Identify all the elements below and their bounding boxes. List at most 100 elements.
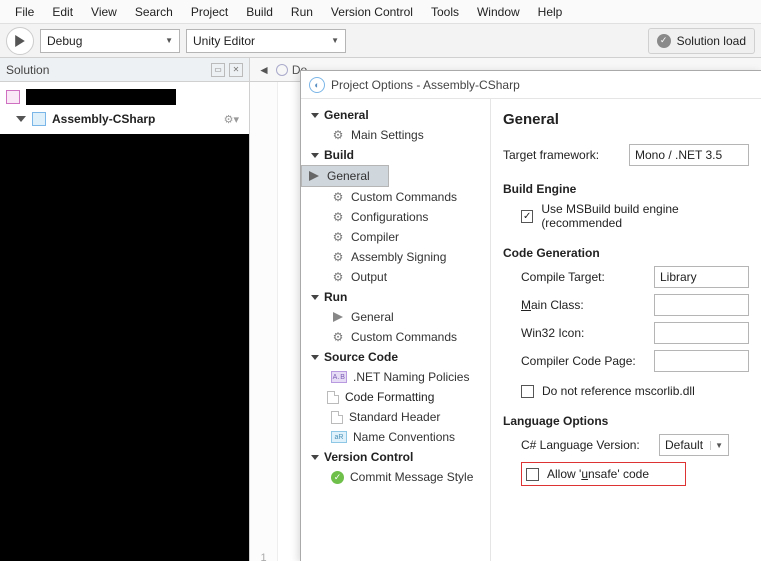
play-icon — [331, 310, 345, 324]
nav-group-source[interactable]: Source Code — [301, 347, 490, 367]
menu-edit[interactable]: Edit — [43, 2, 82, 22]
highlight-box: Allow 'unsafe' code — [521, 462, 686, 486]
chevron-down-icon — [311, 355, 319, 360]
project-name: Assembly-CSharp — [52, 112, 155, 126]
nav-group-general[interactable]: General — [301, 105, 490, 125]
play-icon — [307, 169, 321, 183]
gear-icon: ⚙ — [331, 250, 345, 264]
gear-icon: ⚙ — [331, 230, 345, 244]
menu-file[interactable]: File — [6, 2, 43, 22]
nav-commit-style[interactable]: ✓ Commit Message Style — [301, 467, 490, 487]
use-msbuild-checkbox[interactable] — [521, 210, 533, 223]
config-selector[interactable]: Debug — [40, 29, 180, 53]
cs-version-select[interactable]: Default — [659, 434, 729, 456]
nav-naming-label: .NET Naming Policies — [353, 370, 469, 384]
solution-icon — [6, 90, 20, 104]
section-build-engine: Build Engine — [503, 182, 749, 196]
nav-output-label: Output — [351, 270, 387, 284]
toolbar: Debug Unity Editor ✓ Solution load — [0, 24, 761, 58]
project-options-dialog: ◐ Project Options - Assembly-CSharp Gene… — [300, 70, 761, 561]
nav-custom-commands[interactable]: ⚙ Custom Commands — [301, 187, 490, 207]
menu-project[interactable]: Project — [182, 2, 237, 22]
nav-group-run[interactable]: Run — [301, 287, 490, 307]
nav-main-settings-label: Main Settings — [351, 128, 424, 142]
ar-icon: aR — [331, 431, 347, 443]
solution-title: Solution — [6, 63, 49, 77]
main-class-label: Main Class: — [521, 298, 646, 312]
menu-build[interactable]: Build — [237, 2, 282, 22]
solution-tree[interactable]: Assembly-CSharp ⚙▾ — [0, 82, 249, 134]
check-circle-icon: ✓ — [331, 471, 344, 484]
nav-formatting-label: Code Formatting — [345, 390, 434, 404]
solution-root-row[interactable] — [0, 86, 249, 108]
codepage-input[interactable] — [654, 350, 749, 372]
solution-name-redacted — [26, 89, 176, 105]
line-number: 1 — [250, 82, 277, 561]
compile-target-label: Compile Target: — [521, 270, 646, 284]
section-code-gen: Code Generation — [503, 246, 749, 260]
solution-status: ✓ Solution load — [648, 28, 755, 54]
project-settings-icon[interactable]: ⚙▾ — [224, 113, 239, 126]
nav-compiler[interactable]: ⚙Compiler — [301, 227, 490, 247]
nav-formatting[interactable]: Code Formatting — [301, 387, 490, 407]
nav-build-general[interactable]: General — [301, 165, 389, 187]
gear-icon: ⚙ — [331, 270, 345, 284]
nav-configurations[interactable]: ⚙ Configurations — [301, 207, 490, 227]
nav-configurations-label: Configurations — [351, 210, 428, 224]
target-framework-label: Target framework: — [503, 148, 621, 162]
menu-vcs[interactable]: Version Control — [322, 2, 422, 22]
nav-std-header[interactable]: Standard Header — [301, 407, 490, 427]
nav-back-icon[interactable]: ◄ — [258, 63, 270, 77]
nav-run-custom[interactable]: ⚙Custom Commands — [301, 327, 490, 347]
win32-icon-input[interactable] — [654, 322, 749, 344]
doc-icon — [327, 391, 339, 404]
nav-asm-signing[interactable]: ⚙Assembly Signing — [301, 247, 490, 267]
gear-icon: ⚙ — [331, 190, 345, 204]
menu-window[interactable]: Window — [468, 2, 529, 22]
panel-dock-icon[interactable]: ▭ — [211, 63, 225, 77]
status-check-icon: ✓ — [657, 34, 671, 48]
target-framework-value: Mono / .NET 3.5 — [635, 148, 722, 162]
expand-icon[interactable] — [16, 116, 26, 122]
gear-icon: ⚙ — [331, 128, 345, 142]
menu-run[interactable]: Run — [282, 2, 322, 22]
target-framework-select[interactable]: Mono / .NET 3.5 — [629, 144, 749, 166]
gear-icon: ⚙ — [331, 330, 345, 344]
allow-unsafe-checkbox[interactable] — [526, 468, 539, 481]
allow-unsafe-label: Allow 'unsafe' code — [547, 467, 649, 481]
nav-output[interactable]: ⚙ Output — [301, 267, 490, 287]
target-selector[interactable]: Unity Editor — [186, 29, 346, 53]
nav-custom-commands-label: Custom Commands — [351, 190, 457, 204]
menu-help[interactable]: Help — [529, 2, 572, 22]
main-class-input[interactable] — [654, 294, 749, 316]
compile-target-value: Library — [660, 270, 697, 284]
nav-name-conv[interactable]: aR Name Conventions — [301, 427, 490, 447]
menu-search[interactable]: Search — [126, 2, 182, 22]
nav-main-settings[interactable]: ⚙ Main Settings — [301, 125, 490, 145]
chevron-down-icon — [311, 295, 319, 300]
nav-build-label: Build — [324, 148, 354, 162]
nav-group-build[interactable]: Build — [301, 145, 490, 165]
solution-panel: Solution ▭ ✕ Assembly-CSharp ⚙▾ — [0, 58, 250, 561]
nav-group-vcs[interactable]: Version Control — [301, 447, 490, 467]
section-lang-opts: Language Options — [503, 414, 749, 428]
gear-icon: ⚙ — [331, 210, 345, 224]
nav-run-general[interactable]: General — [301, 307, 490, 327]
nav-name-conv-label: Name Conventions — [353, 430, 455, 444]
nav-source-label: Source Code — [324, 350, 398, 364]
nav-run-label: Run — [324, 290, 347, 304]
noref-mscorlib-checkbox[interactable] — [521, 385, 534, 398]
cs-version-label: C# Language Version: — [521, 438, 651, 452]
run-button[interactable] — [6, 27, 34, 55]
panel-close-icon[interactable]: ✕ — [229, 63, 243, 77]
project-row[interactable]: Assembly-CSharp ⚙▾ — [0, 108, 249, 130]
menu-tools[interactable]: Tools — [422, 2, 468, 22]
compile-target-select[interactable]: Library — [654, 266, 749, 288]
target-value: Unity Editor — [193, 34, 255, 48]
nav-commit-style-label: Commit Message Style — [350, 470, 473, 484]
menu-view[interactable]: View — [82, 2, 126, 22]
nav-build-general-label: General — [327, 169, 370, 183]
dialog-titlebar[interactable]: ◐ Project Options - Assembly-CSharp — [301, 71, 761, 99]
nav-naming[interactable]: A.B.NET Naming Policies — [301, 367, 490, 387]
dialog-content: General Target framework: Mono / .NET 3.… — [491, 99, 761, 561]
